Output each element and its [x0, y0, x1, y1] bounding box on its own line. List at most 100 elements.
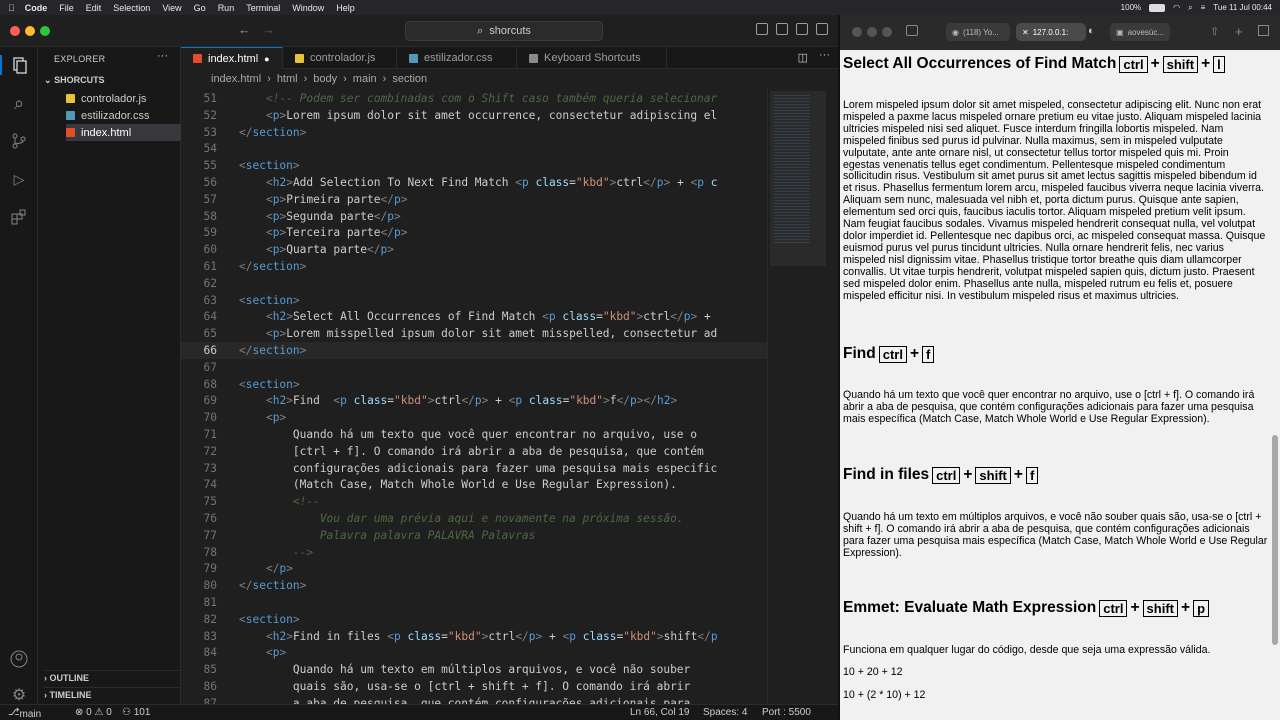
code-line[interactable]: 66 </section>: [181, 342, 767, 359]
forward-arrow-icon[interactable]: →: [262, 22, 275, 37]
code-line[interactable]: 67: [181, 359, 781, 376]
code-line[interactable]: 82 <section>: [181, 611, 781, 628]
code-line[interactable]: 56 <h2>Add Selection To Next Find Match …: [181, 174, 781, 191]
toggle-sidebar-icon[interactable]: [756, 23, 768, 35]
split-editor-icon[interactable]: ◫: [798, 51, 808, 64]
maximize-window-button[interactable]: [40, 26, 50, 36]
file-item-index-html[interactable]: index.html: [66, 124, 181, 141]
control-center-icon[interactable]: ≡: [1201, 3, 1206, 12]
tab-controlador-js[interactable]: controlador.js: [283, 47, 397, 69]
code-line[interactable]: 65 <p>Lorem misspelled ipsum dolor sit a…: [181, 325, 781, 342]
toggle-panel-icon[interactable]: [776, 23, 788, 35]
code-line[interactable]: 59 <p>Terceira parte</p>: [181, 224, 781, 241]
code-line[interactable]: 78 -->: [181, 544, 781, 561]
sidebar-toggle-icon[interactable]: [906, 25, 918, 36]
tab-index-html[interactable]: index.html ●: [181, 47, 283, 69]
close-tab-icon[interactable]: ✕: [1022, 28, 1029, 37]
code-line[interactable]: 73 configurações adicionais para fazer u…: [181, 460, 781, 477]
search-icon[interactable]: ⌕: [9, 93, 29, 113]
menu-window[interactable]: Window: [292, 3, 324, 13]
minimize-window-button[interactable]: [867, 27, 877, 37]
menu-terminal[interactable]: Terminal: [246, 3, 280, 13]
live-server-port[interactable]: Port : 5500: [762, 707, 811, 718]
code-line[interactable]: 75 <!--: [181, 493, 781, 510]
tab-estilizador-css[interactable]: estilizador.css: [397, 47, 517, 69]
code-line[interactable]: 74 (Match Case, Match Whole World e Use …: [181, 476, 781, 493]
breadcrumb-item[interactable]: index.html: [211, 73, 261, 85]
browser-tab-other[interactable]: ▣ aovesüc...: [1110, 23, 1170, 41]
code-line[interactable]: 60 <p>Quarta parte</p>: [181, 241, 781, 258]
code-line[interactable]: 81: [181, 594, 781, 611]
code-line[interactable]: 53 </section>: [181, 124, 781, 141]
code-line[interactable]: 72 [ctrl + f]. O comando irá abrir a aba…: [181, 443, 781, 460]
explorer-icon[interactable]: [0, 55, 38, 75]
code-line[interactable]: 85 Quando há um texto em múltiplos arqui…: [181, 661, 781, 678]
folder-header[interactable]: ⌄ SHORCUTS: [44, 75, 105, 86]
breadcrumb-item[interactable]: body: [313, 73, 337, 85]
minimize-window-button[interactable]: [25, 26, 35, 36]
apple-icon[interactable]: : [8, 3, 15, 13]
file-item-estilizador-css[interactable]: estilizador.css: [66, 107, 181, 124]
problems-indicator[interactable]: ⊗ 0 ⚠ 0: [75, 707, 112, 718]
maximize-window-button[interactable]: [882, 27, 892, 37]
menu-go[interactable]: Go: [194, 3, 206, 13]
code-line[interactable]: 69 <h2>Find <p class="kbd">ctrl</p> + <p…: [181, 392, 781, 409]
breadcrumb-item[interactable]: section: [392, 73, 427, 85]
code-line[interactable]: 58 <p>Segunda parte</p>: [181, 208, 781, 225]
code-line[interactable]: 57 <p>Primeira parte</p>: [181, 191, 781, 208]
menu-file[interactable]: File: [59, 3, 74, 13]
code-line[interactable]: 80 </section>: [181, 577, 781, 594]
share-icon[interactable]: ⇧: [1210, 25, 1219, 38]
tab-overview-icon[interactable]: [1258, 25, 1269, 36]
code-line[interactable]: 79 </p>: [181, 560, 781, 577]
menu-run[interactable]: Run: [218, 3, 235, 13]
code-line[interactable]: 68 <section>: [181, 376, 781, 393]
cursor-position[interactable]: Ln 66, Col 19: [630, 707, 690, 718]
indentation[interactable]: Spaces: 4: [703, 707, 747, 718]
wifi-icon[interactable]: ◠: [1173, 3, 1180, 12]
outline-section[interactable]: › OUTLINE: [44, 670, 181, 683]
code-line[interactable]: 83 <h2>Find in files <p class="kbd">ctrl…: [181, 628, 781, 645]
extensions-icon[interactable]: [9, 207, 29, 227]
new-tab-icon[interactable]: ◐: [1088, 25, 1095, 37]
toggle-secondary-sidebar-icon[interactable]: [796, 23, 808, 35]
menu-view[interactable]: View: [162, 3, 181, 13]
browser-tab-youtube[interactable]: ◉ (118) Yo...: [946, 23, 1010, 41]
back-arrow-icon[interactable]: ←: [238, 22, 251, 37]
menu-selection[interactable]: Selection: [113, 3, 150, 13]
code-line[interactable]: 51 <!-- Podem ser combinadas com o Shift…: [181, 90, 781, 107]
close-window-button[interactable]: [10, 26, 20, 36]
customize-layout-icon[interactable]: [816, 23, 828, 35]
search-icon[interactable]: ⌕: [1188, 3, 1192, 13]
code-line[interactable]: 71 Quando há um texto que você quer enco…: [181, 426, 781, 443]
clock[interactable]: Tue 11 Jul 00:44: [1213, 3, 1272, 12]
code-line[interactable]: 54: [181, 140, 781, 157]
unsaved-dot-icon[interactable]: ●: [264, 54, 269, 64]
page-scrollbar-thumb[interactable]: [1272, 435, 1278, 645]
close-window-button[interactable]: [852, 27, 862, 37]
code-line[interactable]: 70 <p>: [181, 409, 781, 426]
code-line[interactable]: 77 Palavra palavra PALAVRA Palavras: [181, 527, 781, 544]
code-line[interactable]: 84 <p>: [181, 644, 781, 661]
code-editor[interactable]: 51 <!-- Podem ser combinadas com o Shift…: [181, 89, 838, 704]
tab-keyboard-shortcuts[interactable]: Keyboard Shortcuts: [517, 47, 667, 69]
command-center-search[interactable]: ⌕ shorcuts: [405, 21, 603, 41]
add-tab-icon[interactable]: +: [1235, 24, 1243, 39]
more-actions-icon[interactable]: ···: [157, 50, 168, 62]
minimap[interactable]: [767, 89, 827, 704]
menu-edit[interactable]: Edit: [86, 3, 102, 13]
timeline-section[interactable]: › TIMELINE: [44, 687, 181, 700]
run-debug-icon[interactable]: ▷: [9, 169, 29, 189]
code-line[interactable]: 61 </section>: [181, 258, 781, 275]
browser-tab-localhost[interactable]: ✕ 127.0.0.1:: [1016, 23, 1086, 41]
code-line[interactable]: 62: [181, 275, 781, 292]
code-line[interactable]: 55 <section>: [181, 157, 781, 174]
file-item-controlador-js[interactable]: controlador.js: [66, 90, 181, 107]
menu-help[interactable]: Help: [336, 3, 355, 13]
breadcrumb-item[interactable]: main: [353, 73, 377, 85]
manage-gear-icon[interactable]: ⚙: [9, 685, 29, 705]
more-actions-icon[interactable]: ···: [819, 49, 830, 61]
code-line[interactable]: 76 Vou dar uma prévia aqui e novamente n…: [181, 510, 781, 527]
branch-indicator[interactable]: ⎇ main: [8, 707, 41, 720]
code-line[interactable]: 64 <h2>Select All Occurrences of Find Ma…: [181, 308, 781, 325]
